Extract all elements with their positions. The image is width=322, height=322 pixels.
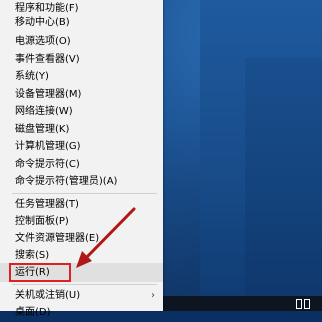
menu-item-computer-management[interactable]: 计算机管理(G): [0, 137, 163, 156]
menu-item-desktop[interactable]: 桌面(D): [0, 303, 163, 322]
menu-item-network-connections[interactable]: 网络连接(W): [0, 102, 163, 121]
taskbar: [163, 296, 322, 311]
menu-item-shutdown-label: 关机或注销(U): [15, 290, 81, 301]
task-view-icon[interactable]: [296, 299, 310, 309]
menu-item-power-options[interactable]: 电源选项(O): [0, 32, 163, 51]
menu-item-command-prompt-admin[interactable]: 命令提示符(管理员)(A): [0, 172, 163, 191]
menu-item-mobility-center[interactable]: 移动中心(B): [0, 13, 163, 32]
annotation-red-box: [9, 263, 71, 282]
annotation-arrow: [76, 207, 136, 268]
menu-separator: [12, 193, 157, 194]
menu-item-system[interactable]: 系统(Y): [0, 67, 163, 86]
menu-separator: [12, 284, 157, 285]
desktop-wallpaper-shadow: [245, 58, 322, 298]
